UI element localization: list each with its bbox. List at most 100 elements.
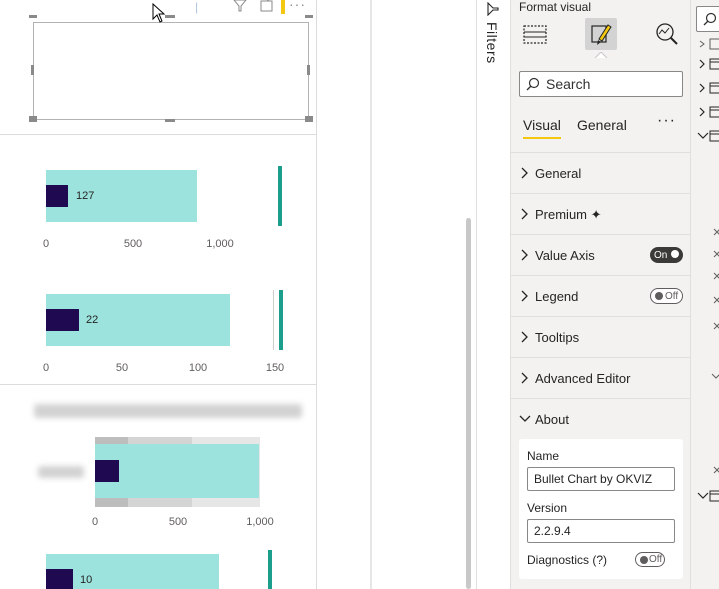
table-expanded-icon[interactable] — [697, 130, 719, 142]
resize-handle[interactable] — [31, 65, 34, 75]
gridline — [273, 290, 274, 350]
section-value-axis[interactable]: Value Axis On — [511, 234, 691, 275]
target-marker — [279, 290, 283, 350]
filters-label[interactable]: Filters — [484, 22, 500, 64]
range-bar — [46, 170, 197, 222]
chevron-right-icon — [521, 249, 528, 261]
toggle-knob — [671, 250, 679, 258]
axis-tick: 500 — [168, 516, 188, 528]
tab-visual[interactable]: Visual — [523, 117, 561, 133]
axis-tick: 1,000 — [246, 516, 274, 528]
section-tooltips[interactable]: Tooltips — [511, 316, 691, 357]
table-icon[interactable] — [697, 82, 719, 94]
visual-separator — [0, 134, 316, 135]
selected-visual-frame[interactable] — [33, 22, 309, 120]
mouse-cursor-icon — [152, 3, 166, 23]
table-icon[interactable] — [697, 106, 719, 118]
canvas-divider — [316, 0, 317, 589]
chevron-down-icon — [711, 373, 719, 379]
field-marker-icon — [713, 322, 719, 330]
section-premium[interactable]: Premium ✦ — [511, 193, 691, 234]
filter-funnel-icon[interactable] — [486, 2, 500, 16]
toolbar-divider: | — [195, 0, 199, 14]
build-visual-button[interactable] — [519, 18, 551, 50]
value-bar — [46, 185, 68, 207]
value-label: 22 — [86, 314, 99, 326]
section-title: Tooltips — [535, 330, 580, 345]
toggle-knob — [655, 292, 663, 300]
section-title: Premium ✦ — [535, 207, 602, 222]
axis-tick: 0 — [42, 238, 50, 250]
value-bar — [46, 309, 79, 331]
axis-tick: 1,000 — [206, 238, 234, 250]
more-options-icon[interactable]: ··· — [289, 0, 306, 12]
axis-tick: 0 — [42, 362, 50, 374]
format-visual-button[interactable] — [585, 18, 617, 50]
resize-handle[interactable] — [305, 116, 313, 122]
resize-handle[interactable] — [29, 15, 37, 18]
diagnostics-label: Diagnostics (?) — [527, 553, 608, 567]
focus-mode-icon[interactable] — [260, 0, 276, 12]
target-marker — [278, 166, 282, 226]
section-title: General — [535, 166, 582, 181]
build-visual-icon — [523, 25, 547, 44]
resize-handle[interactable] — [305, 15, 313, 18]
paintbrush-icon — [591, 24, 612, 45]
search-placeholder: Search — [546, 76, 591, 92]
analytics-magnifier-icon — [656, 23, 678, 45]
report-canvas[interactable]: | ··· 127 0 500 1,000 22 0 50 100 150 0 … — [0, 0, 372, 589]
table-icon[interactable] — [697, 58, 719, 70]
table-icon[interactable] — [697, 38, 719, 50]
field-marker-icon — [713, 296, 719, 304]
active-tab-underline — [523, 137, 561, 139]
field-marker-icon — [713, 250, 719, 258]
section-title: Legend — [535, 289, 579, 304]
toggle-label: Off — [665, 290, 679, 302]
target-marker — [268, 550, 272, 589]
value-axis-toggle[interactable]: On — [650, 247, 683, 263]
name-field[interactable]: Bullet Chart by OKVIZ — [527, 467, 675, 491]
filter-icon[interactable] — [232, 0, 248, 12]
chevron-down-icon — [519, 415, 531, 422]
tab-general[interactable]: General — [577, 117, 627, 133]
search-icon — [526, 77, 540, 91]
axis-tick: 500 — [123, 238, 143, 250]
chevron-right-icon — [521, 290, 528, 302]
pane-title: Format visual — [519, 0, 592, 14]
section-title: About — [535, 412, 569, 427]
resize-handle[interactable] — [165, 119, 175, 122]
toggle-label: On — [654, 249, 668, 261]
visual-separator — [0, 384, 316, 385]
canvas-scrollbar-thumb[interactable] — [466, 218, 471, 589]
format-search-input[interactable]: Search — [519, 71, 683, 97]
data-fields-pane — [690, 0, 719, 589]
value-label: 127 — [76, 190, 95, 202]
section-advanced-editor[interactable]: Advanced Editor — [511, 357, 691, 398]
legend-toggle[interactable]: Off — [650, 288, 683, 304]
filters-pane-collapsed[interactable] — [477, 0, 510, 589]
axis-tick: 100 — [188, 362, 208, 374]
analytics-button[interactable] — [651, 18, 683, 50]
name-label: Name — [527, 449, 560, 463]
section-general[interactable]: General — [511, 152, 691, 193]
fields-search-input[interactable] — [696, 6, 719, 32]
format-visual-pane: Format visual Search Visual General ··· … — [510, 0, 691, 589]
section-about[interactable]: About — [511, 398, 691, 439]
chevron-right-icon — [521, 208, 528, 220]
about-card: Name Bullet Chart by OKVIZ Version 2.2.9… — [519, 439, 683, 579]
version-field[interactable]: 2.2.9.4 — [527, 519, 675, 543]
value-label: 10 — [80, 574, 93, 586]
field-marker-icon — [713, 228, 719, 236]
resize-handle[interactable] — [29, 116, 37, 122]
version-label: Version — [527, 501, 568, 515]
resize-handle[interactable] — [165, 15, 175, 18]
table-expanded-icon[interactable] — [697, 490, 719, 502]
resize-handle[interactable] — [307, 65, 310, 75]
chevron-right-icon — [521, 372, 528, 384]
more-options-button[interactable]: ··· — [657, 112, 676, 130]
diagnostics-toggle[interactable]: Off — [635, 552, 665, 567]
field-marker-icon — [713, 272, 719, 280]
value-bar — [95, 460, 119, 482]
section-legend[interactable]: Legend Off — [511, 275, 691, 316]
toggle-label: Off — [649, 554, 663, 565]
